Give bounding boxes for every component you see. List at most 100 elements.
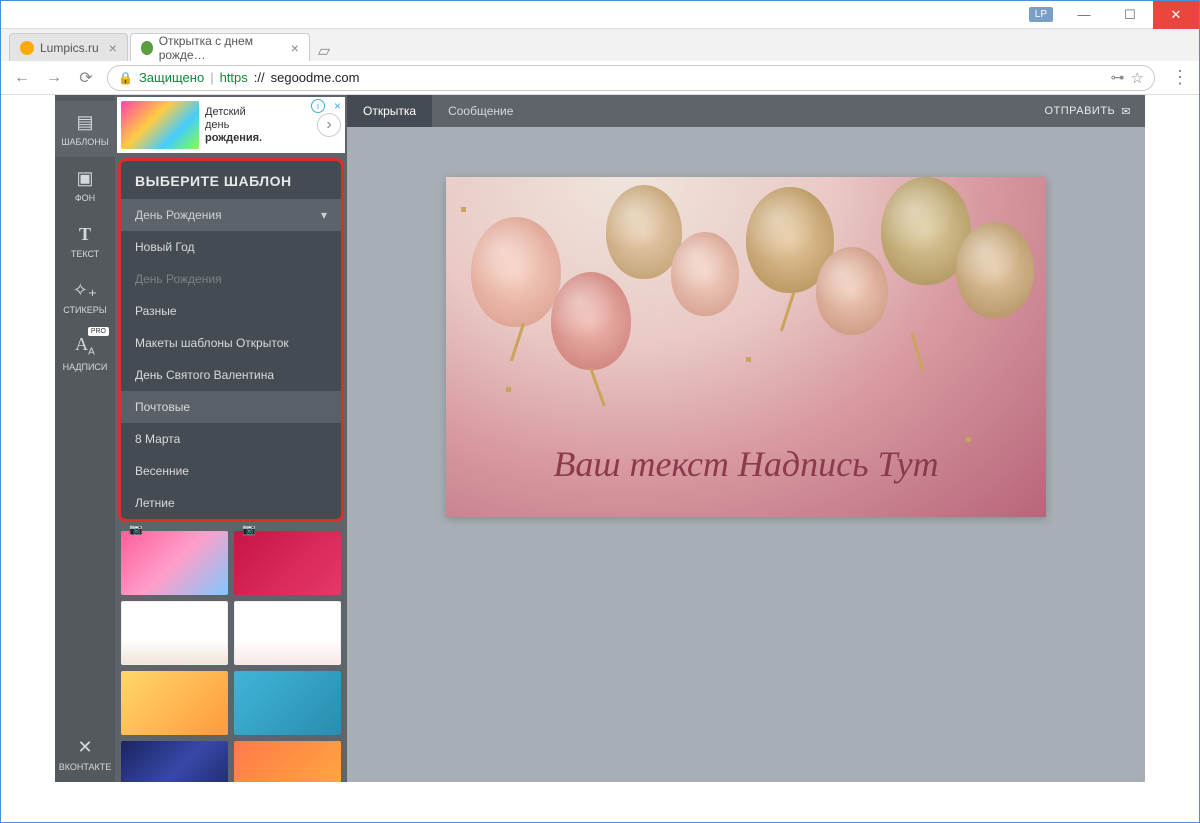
pro-badge: PRO [88,327,109,336]
ad-arrow-icon[interactable]: › [317,113,341,137]
text-icon: T [79,224,91,245]
template-option-valentine[interactable]: День Святого Валентина [121,359,341,391]
browser-menu-button[interactable]: ⋮ [1171,67,1189,88]
favicon-icon [20,41,34,55]
selected-category-label: День Рождения [135,208,222,222]
key-icon[interactable]: ⊶ [1111,69,1125,86]
browser-tab-lumpics[interactable]: Lumpics.ru × [9,33,128,61]
sidebar-item-background[interactable]: ▣ ФОН [55,157,115,213]
sidebar-item-label: ШАБЛОНЫ [61,137,109,147]
balloon-decoration [606,185,682,279]
forward-button[interactable]: → [43,67,65,89]
window-maximize-button[interactable]: ☐ [1107,1,1153,29]
camera-icon: 📷 [129,525,143,536]
window-titlebar: LP — ☐ ✕ [1,1,1199,29]
template-dropdown-panel: ВЫБЕРИТЕ ШАБЛОН День Рождения ▾ Новый Го… [118,158,344,522]
ad-banner[interactable]: Детский день рождения. › i × [117,97,345,153]
ad-image [121,101,199,149]
tab-close-icon[interactable]: × [109,40,117,56]
tab-close-icon[interactable]: × [291,40,299,56]
sidebar-item-text[interactable]: T ТЕКСТ [55,213,115,269]
url-separator: | [210,70,213,85]
sidebar-item-templates[interactable]: ▤ ШАБЛОНЫ [55,101,115,157]
template-panel-title: ВЫБЕРИТЕ ШАБЛОН [121,161,341,199]
sidebar-item-label: ТЕКСТ [71,249,99,259]
send-button[interactable]: ОТПРАВИТЬ ✉ [1030,95,1145,127]
template-thumb[interactable] [234,741,341,782]
template-thumb[interactable] [121,741,228,782]
template-option-misc[interactable]: Разные [121,295,341,327]
template-option-new-year[interactable]: Новый Год [121,231,341,263]
tab-label: Открытка с днем рожде… [159,34,281,62]
balloon-decoration [671,232,739,316]
stickers-icon: ✧₊ [73,280,98,301]
app-container: ▤ ШАБЛОНЫ ▣ ФОН T ТЕКСТ ✧₊ СТИКЕРЫ PRO A… [55,95,1145,782]
card-placeholder-text[interactable]: Ваш текст Надпись Тут [446,443,1046,485]
url-host: segoodme.com [271,70,360,85]
template-option-layouts[interactable]: Макеты шаблоны Открыток [121,327,341,359]
template-panel: Детский день рождения. › i × ВЫБЕРИТЕ ША… [115,95,347,782]
canvas-area: Открытка Сообщение ОТПРАВИТЬ ✉ [347,95,1145,782]
template-thumb[interactable] [121,601,228,665]
send-label: ОТПРАВИТЬ [1044,105,1115,117]
balloon-decoration [816,247,888,335]
window-close-button[interactable]: ✕ [1153,1,1199,29]
balloon-decoration [471,217,561,327]
template-thumbnails: 📷 📷 [115,525,347,782]
balloon-decoration [551,272,631,370]
template-thumb[interactable]: 📷 [234,531,341,595]
template-category-select[interactable]: День Рождения ▾ [121,199,341,231]
sidebar-item-vk[interactable]: ✕ ВКОНТАКТЕ [55,726,115,782]
tab-label: Lumpics.ru [40,41,99,55]
template-option-march8[interactable]: 8 Марта [121,423,341,455]
ad-close-icon[interactable]: × [334,99,341,113]
ad-text: Детский день рождения. [205,106,262,145]
labels-icon: AA [75,334,95,358]
template-thumb[interactable] [234,671,341,735]
sidebar-item-label: ВКОНТАКТЕ [59,762,112,772]
template-option-spring[interactable]: Весенние [121,455,341,487]
balloon-decoration [956,222,1034,318]
templates-icon: ▤ [76,112,93,133]
chevron-down-icon: ▾ [321,208,327,222]
template-thumb[interactable] [121,671,228,735]
camera-icon: 📷 [242,525,256,536]
confetti-decoration [966,437,971,442]
template-thumb[interactable]: 📷 [121,531,228,595]
url-sep: :// [254,70,265,85]
browser-tab-segoodme[interactable]: Открытка с днем рожде… × [130,33,310,61]
new-tab-button[interactable]: ▱ [312,41,336,61]
template-option-summer[interactable]: Летние [121,487,341,519]
ribbon-decoration [780,293,795,332]
sidebar-item-labels[interactable]: PRO AA НАДПИСИ [55,325,115,381]
url-protocol: https [220,70,248,85]
reload-button[interactable]: ⟳ [75,67,97,89]
postcard-canvas[interactable]: Ваш текст Надпись Тут [446,177,1046,517]
ribbon-decoration [589,368,605,407]
user-badge: LP [1029,7,1053,22]
vk-icon: ✕ [77,737,92,758]
sidebar-item-label: СТИКЕРЫ [63,305,106,315]
favicon-icon [141,41,153,55]
lock-icon: 🔒 [118,71,133,85]
template-option-birthday[interactable]: День Рождения [121,263,341,295]
sidebar-item-label: ФОН [75,193,95,203]
tab-card[interactable]: Открытка [347,95,432,127]
sidebar-item-stickers[interactable]: ✧₊ СТИКЕРЫ [55,269,115,325]
ribbon-decoration [911,332,925,371]
envelope-icon: ✉ [1121,105,1131,118]
address-bar[interactable]: 🔒 Защищено | https :// segoodme.com ⊶ ☆ [107,65,1155,91]
window-minimize-button[interactable]: — [1061,1,1107,29]
secure-label: Защищено [139,70,204,85]
template-thumb[interactable] [234,601,341,665]
background-icon: ▣ [76,168,93,189]
template-option-postal[interactable]: Почтовые [121,391,341,423]
address-bar-row: ← → ⟳ 🔒 Защищено | https :// segoodme.com … [1,61,1199,95]
tab-message[interactable]: Сообщение [432,95,529,127]
ribbon-decoration [510,323,525,362]
bookmark-star-icon[interactable]: ☆ [1131,69,1144,87]
ad-info-icon[interactable]: i [311,99,325,113]
back-button[interactable]: ← [11,67,33,89]
left-sidebar: ▤ ШАБЛОНЫ ▣ ФОН T ТЕКСТ ✧₊ СТИКЕРЫ PRO A… [55,95,115,782]
canvas-tabs: Открытка Сообщение ОТПРАВИТЬ ✉ [347,95,1145,127]
